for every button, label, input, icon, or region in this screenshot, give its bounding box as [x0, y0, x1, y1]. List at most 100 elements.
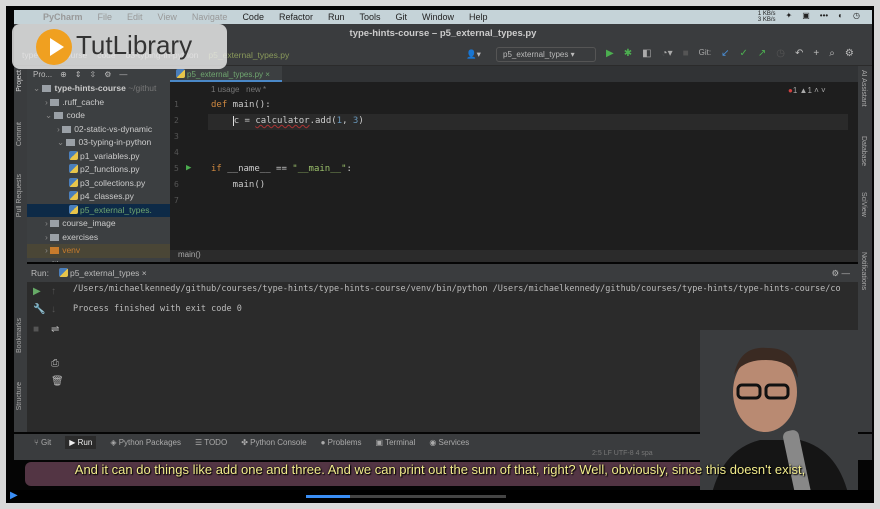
tool-notifications[interactable]: Notifications [860, 252, 867, 290]
tab-terminal[interactable]: ▣ Terminal [375, 438, 415, 447]
tool-sciview[interactable]: SciView [860, 192, 867, 217]
line-number: 7 [174, 196, 179, 205]
search-icon[interactable]: ⌕ [829, 48, 835, 59]
menu-window[interactable]: Window [422, 12, 454, 22]
up-icon[interactable]: ↑ [51, 286, 56, 297]
profile-icon[interactable]: ◔▾ [662, 48, 673, 59]
settings-icon[interactable]: ⚙ [845, 48, 854, 59]
run-config-select[interactable]: p5_external_types ▾ [496, 47, 596, 62]
tree-item[interactable]: › venv [27, 244, 170, 258]
menu-edit[interactable]: Edit [127, 12, 143, 22]
inlay-hint[interactable]: 1 usage new * [211, 85, 266, 94]
tool-database[interactable]: Database [860, 136, 867, 166]
run-gutter-icon[interactable]: ▶ [186, 163, 191, 173]
inspection-widget[interactable]: ●1 ▲1 ˄ ˅ [788, 86, 826, 95]
line-number: 1 [174, 100, 179, 109]
run-settings-icon[interactable]: ⚙ — [832, 268, 858, 279]
tab-python-packages[interactable]: ◈ Python Packages [110, 438, 181, 447]
calendar-icon[interactable]: ▣ [802, 11, 810, 23]
gear-icon[interactable]: ⚙ [104, 70, 111, 79]
tree-item[interactable]: ⌄ type-hints-course ~/githut [27, 82, 170, 96]
user-icon[interactable]: 👤▾ [466, 49, 481, 60]
hide-icon[interactable]: — [119, 70, 127, 79]
run-label: Run: [31, 268, 49, 278]
editor-breadcrumb[interactable]: main() [170, 250, 858, 262]
code-editor[interactable]: p5_external_types.py × 1 2 3 4 5 6 7 ▶ 1… [170, 66, 858, 262]
project-title[interactable]: Pro... [33, 70, 52, 79]
tool-commit[interactable]: Commit [16, 122, 23, 146]
tool-bookmarks[interactable]: Bookmarks [16, 318, 23, 353]
menu-code[interactable]: Code [242, 12, 264, 22]
tab-run[interactable]: ▶ Run [65, 435, 97, 449]
code-line-6: main() [211, 180, 266, 190]
run-icon[interactable]: ▶ [606, 48, 614, 59]
run-output: /Users/michaelkennedy/github/courses/typ… [73, 284, 841, 314]
git-push-icon[interactable]: ↗ [758, 48, 766, 59]
print-icon[interactable]: ⎙ [51, 358, 59, 369]
tool-project[interactable]: Project [16, 70, 23, 92]
macos-menubar: PyCharm File Edit View Navigate Code Ref… [14, 10, 872, 24]
add-icon[interactable]: + [813, 48, 819, 59]
menu-refactor[interactable]: Refactor [279, 12, 313, 22]
tool-structure[interactable]: Structure [16, 382, 23, 410]
tree-item[interactable]: › exercises [27, 231, 170, 245]
down-icon[interactable]: ↓ [51, 304, 56, 315]
rollback-icon[interactable]: ↶ [795, 48, 803, 59]
tree-item[interactable]: ⌄ 03-typing-in-python [27, 136, 170, 150]
menu-help[interactable]: Help [469, 12, 488, 22]
tree-item[interactable]: › 02-static-vs-dynamic [27, 123, 170, 137]
tab-python-console[interactable]: ✤ Python Console [241, 438, 306, 447]
run-header: Run: p5_external_types × ⚙ — [27, 264, 858, 282]
tree-item[interactable]: p1_variables.py [27, 150, 170, 164]
control-center-icon[interactable]: ◐ [838, 11, 843, 23]
history-icon[interactable]: ◷ [776, 48, 785, 59]
video-progress[interactable] [306, 495, 506, 498]
tree-item[interactable]: › .ruff_cache [27, 96, 170, 110]
menu-run[interactable]: Run [328, 12, 345, 22]
clock-icon[interactable]: ◷ [853, 11, 860, 23]
debug-icon[interactable]: ✱ [624, 48, 632, 59]
trash-icon[interactable]: 🗑 [51, 376, 64, 387]
tree-item[interactable]: p4_classes.py [27, 190, 170, 204]
tree-item[interactable]: › course_image [27, 217, 170, 231]
tab-todo[interactable]: ☰ TODO [195, 438, 227, 447]
tool-ai-assistant[interactable]: AI Assistant [860, 70, 867, 107]
coverage-icon[interactable]: ◧ [642, 48, 651, 59]
status-text: 2:5 LF UTF-8 4 spa [592, 450, 653, 457]
menu-file[interactable]: File [98, 12, 113, 22]
rerun-icon[interactable]: ▶ [33, 286, 41, 297]
menu-pycharm[interactable]: PyCharm [43, 12, 83, 22]
wrench-icon[interactable]: 🔧 [33, 304, 45, 315]
tab-problems[interactable]: ● Problems [321, 438, 362, 447]
video-subtitle: And it can do things like add one and th… [74, 462, 806, 477]
menu-view[interactable]: View [158, 12, 177, 22]
stop-icon[interactable]: ■ [683, 48, 689, 59]
expand-icon[interactable]: ⇕ [75, 70, 82, 79]
tree-item[interactable]: .gitignore [27, 258, 170, 263]
line-number: 5 [174, 164, 179, 173]
tab-services[interactable]: ◉ Services [429, 438, 469, 447]
menu-navigate[interactable]: Navigate [192, 12, 228, 22]
tree-item[interactable]: ⌄ code [27, 109, 170, 123]
menu-git[interactable]: Git [396, 12, 408, 22]
tree-item[interactable]: p5_external_types. [27, 203, 170, 217]
line-number: 4 [174, 148, 179, 157]
menu-tools[interactable]: Tools [359, 12, 380, 22]
line-number: 6 [174, 180, 179, 189]
tree-item[interactable]: p2_functions.py [27, 163, 170, 177]
play-icon[interactable]: ▶ [10, 490, 18, 501]
more-icon[interactable]: ••• [820, 11, 828, 23]
git-update-icon[interactable]: ↙ [721, 48, 729, 59]
line-number: 3 [174, 132, 179, 141]
tree-item[interactable]: p3_collections.py [27, 177, 170, 191]
locate-icon[interactable]: ⊕ [60, 70, 67, 79]
tab-git[interactable]: ⑂ Git [34, 438, 51, 447]
git-commit-icon[interactable]: ✓ [740, 48, 748, 59]
run-tab[interactable]: p5_external_types × [58, 268, 147, 278]
dropbox-icon[interactable]: ✦ [786, 11, 793, 23]
collapse-icon[interactable]: ⇳ [90, 70, 97, 79]
git-label: Git: [698, 48, 712, 57]
tool-pull-requests[interactable]: Pull Requests [16, 174, 23, 217]
stop-icon[interactable]: ■ [33, 324, 39, 335]
soft-wrap-icon[interactable]: ⇌ [51, 324, 59, 335]
